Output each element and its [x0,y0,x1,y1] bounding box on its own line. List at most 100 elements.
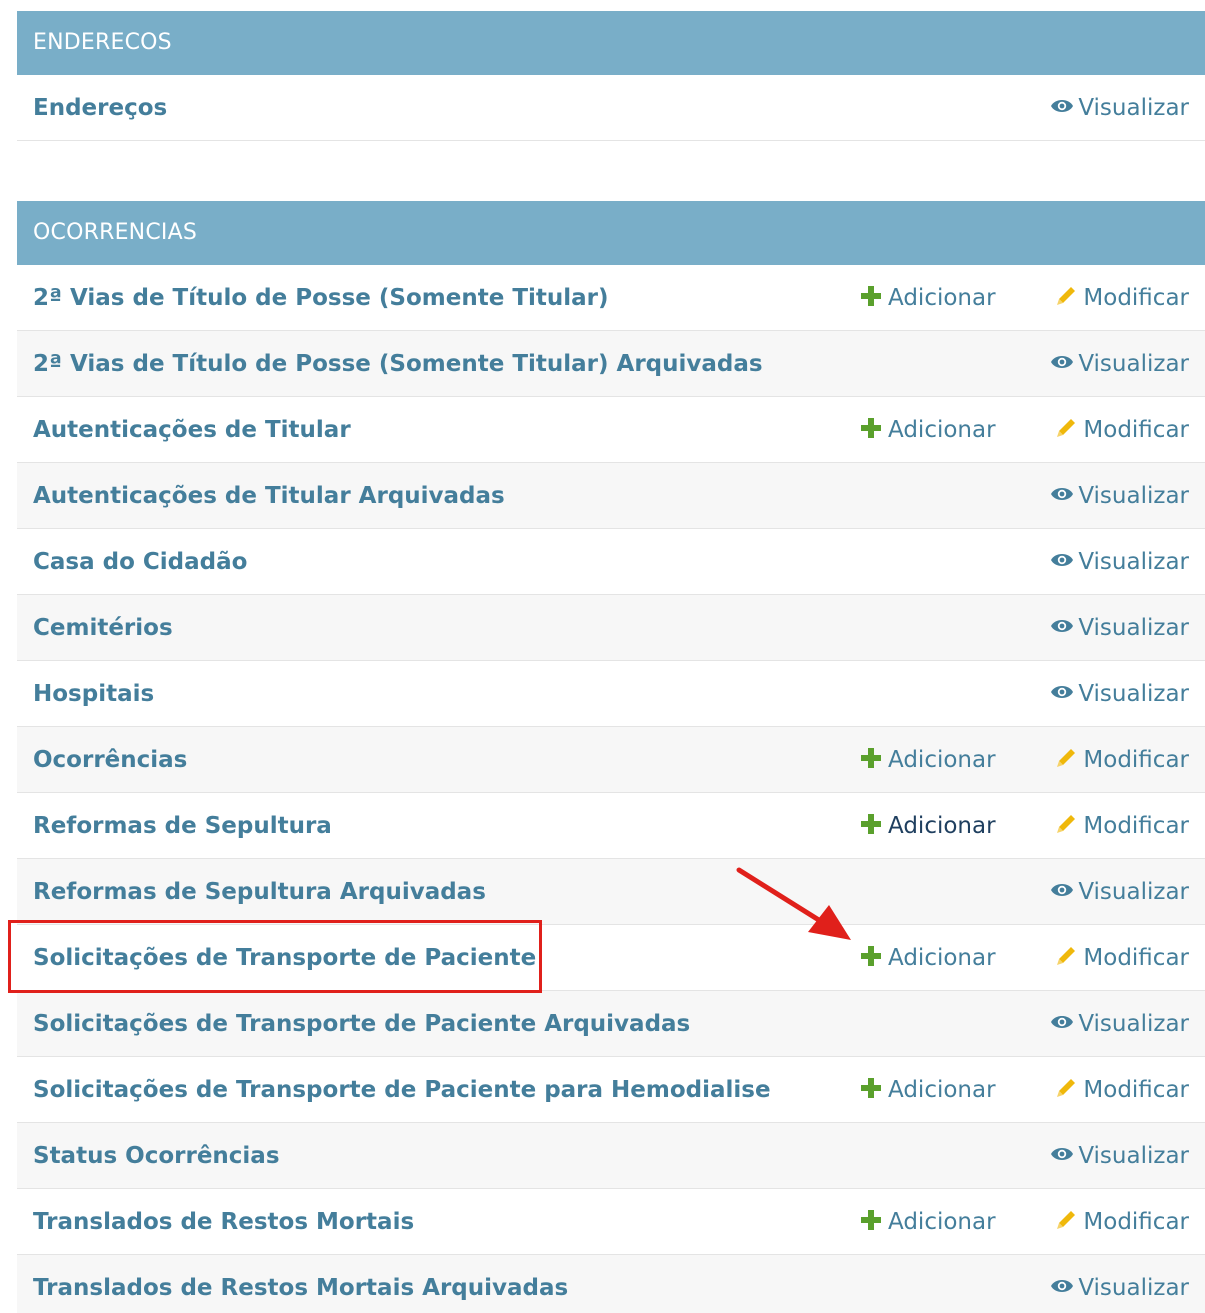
view-link[interactable]: Visualizar [1050,595,1189,661]
change-link[interactable]: Modificar [1055,727,1189,793]
pencil-icon [1055,417,1077,439]
change-label: Modificar [1083,945,1189,971]
change-label: Modificar [1083,1077,1189,1103]
view-label: Visualizar [1078,1143,1189,1169]
module-caption[interactable]: OCORRENCIAS [17,201,1205,265]
view-label: Visualizar [1078,351,1189,377]
model-link[interactable]: Casa do Cidadão [33,529,247,595]
model-row: Ocorrências Adicionar Modificar [17,727,1205,793]
model-row: Casa do Cidadão Visualizar [17,529,1205,595]
model-link[interactable]: Autenticações de Titular [33,397,351,463]
model-link[interactable]: Status Ocorrências [33,1123,280,1189]
model-link[interactable]: Endereços [33,75,167,141]
view-label: Visualizar [1078,1011,1189,1037]
eye-icon [1050,95,1074,117]
model-row: Reformas de Sepultura Adicionar Modificar [17,793,1205,859]
view-label: Visualizar [1078,615,1189,641]
model-link[interactable]: Solicitações de Transporte de Paciente p… [33,1057,771,1123]
view-label: Visualizar [1078,549,1189,575]
model-row: 2ª Vias de Título de Posse (Somente Titu… [17,265,1205,331]
add-label: Adicionar [888,813,996,839]
change-link[interactable]: Modificar [1055,925,1189,991]
pencil-icon [1055,813,1077,835]
view-link[interactable]: Visualizar [1050,463,1189,529]
eye-icon [1050,483,1074,505]
view-link[interactable]: Visualizar [1050,529,1189,595]
plus-icon [860,1077,882,1099]
model-row: 2ª Vias de Título de Posse (Somente Titu… [17,331,1205,397]
change-link[interactable]: Modificar [1055,397,1189,463]
plus-icon [860,285,882,307]
view-label: Visualizar [1078,681,1189,707]
highlight-annotation-box [8,920,542,993]
view-link[interactable]: Visualizar [1050,331,1189,397]
model-row: Hospitais Visualizar [17,661,1205,727]
view-label: Visualizar [1078,1275,1189,1301]
model-link[interactable]: Translados de Restos Mortais Arquivadas [33,1255,568,1313]
model-row: Solicitações de Transporte de Paciente p… [17,1057,1205,1123]
add-label: Adicionar [888,1077,996,1103]
plus-icon [860,1209,882,1231]
add-label: Adicionar [888,417,996,443]
add-link[interactable]: Adicionar [860,265,996,331]
model-link[interactable]: Autenticações de Titular Arquivadas [33,463,505,529]
view-link[interactable]: Visualizar [1050,859,1189,925]
pencil-icon [1055,945,1077,967]
eye-icon [1050,615,1074,637]
model-link[interactable]: Ocorrências [33,727,187,793]
add-link[interactable]: Adicionar [860,397,996,463]
eye-icon [1050,351,1074,373]
add-label: Adicionar [888,747,996,773]
view-link[interactable]: Visualizar [1050,991,1189,1057]
model-row: Endereços Visualizar [17,75,1205,141]
add-label: Adicionar [888,285,996,311]
model-link[interactable]: Solicitações de Transporte de Paciente A… [33,991,690,1057]
plus-icon [860,945,882,967]
model-row: Translados de Restos Mortais Adicionar Mod… [17,1189,1205,1255]
model-link[interactable]: Translados de Restos Mortais [33,1189,414,1255]
plus-icon [860,417,882,439]
eye-icon [1050,1011,1074,1033]
add-link[interactable]: Adicionar [860,793,996,859]
eye-icon [1050,681,1074,703]
pencil-icon [1055,1209,1077,1231]
change-link[interactable]: Modificar [1055,1057,1189,1123]
module-ocorrencias: OCORRENCIAS 2ª Vias de Título de Posse (… [17,201,1205,1313]
eye-icon [1050,1275,1074,1297]
model-link[interactable]: 2ª Vias de Título de Posse (Somente Titu… [33,265,609,331]
model-row: Status Ocorrências Visualizar [17,1123,1205,1189]
model-link[interactable]: Reformas de Sepultura Arquivadas [33,859,486,925]
pencil-icon [1055,747,1077,769]
view-link[interactable]: Visualizar [1050,661,1189,727]
add-link[interactable]: Adicionar [860,1057,996,1123]
module-caption[interactable]: ENDERECOS [17,11,1205,75]
plus-icon [860,813,882,835]
model-row: Reformas de Sepultura Arquivadas Visualiz… [17,859,1205,925]
add-link[interactable]: Adicionar [860,727,996,793]
change-label: Modificar [1083,1209,1189,1235]
model-link[interactable]: Reformas de Sepultura [33,793,332,859]
add-link[interactable]: Adicionar [860,1189,996,1255]
admin-app-list: ENDERECOS Endereços Visualizar OCORRENCIA… [0,0,1205,1313]
view-link[interactable]: Visualizar [1050,1255,1189,1313]
model-link[interactable]: Hospitais [33,661,154,727]
plus-icon [860,747,882,769]
model-row: Cemitérios Visualizar [17,595,1205,661]
eye-icon [1050,1143,1074,1165]
pencil-icon [1055,285,1077,307]
view-link[interactable]: Visualizar [1050,1123,1189,1189]
model-row: Translados de Restos Mortais Arquivadas V… [17,1255,1205,1313]
add-label: Adicionar [888,1209,996,1235]
view-label: Visualizar [1078,483,1189,509]
change-link[interactable]: Modificar [1055,1189,1189,1255]
view-label: Visualizar [1078,95,1189,121]
change-link[interactable]: Modificar [1055,793,1189,859]
add-link[interactable]: Adicionar [860,925,996,991]
model-link[interactable]: Cemitérios [33,595,173,661]
view-link[interactable]: Visualizar [1050,75,1189,141]
model-row: Autenticações de Titular Adicionar Modific… [17,397,1205,463]
change-link[interactable]: Modificar [1055,265,1189,331]
eye-icon [1050,879,1074,901]
eye-icon [1050,549,1074,571]
model-link[interactable]: 2ª Vias de Título de Posse (Somente Titu… [33,331,763,397]
